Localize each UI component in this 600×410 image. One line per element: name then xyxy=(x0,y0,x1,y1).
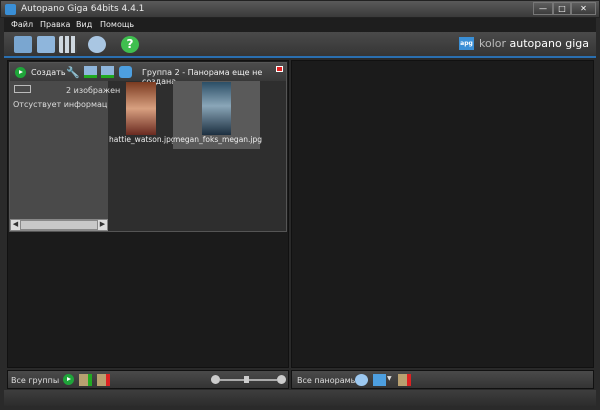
all-panoramas-label: Все панорамы xyxy=(297,376,357,385)
minimize-button[interactable]: — xyxy=(533,2,553,15)
close-button[interactable]: ✕ xyxy=(571,2,596,15)
zoom-slider-handle[interactable] xyxy=(244,376,249,383)
image-thumb[interactable]: hattie_watson.jpg xyxy=(109,81,176,149)
help-icon[interactable]: ? xyxy=(121,36,139,53)
scroll-right-arrow[interactable]: ▶ xyxy=(98,220,107,230)
status-bar xyxy=(4,390,596,406)
maximize-button[interactable]: □ xyxy=(553,2,571,15)
scroll-thumb[interactable] xyxy=(21,221,97,229)
title-bar: Autopano Giga 64bits 4.4.1 — □ ✕ xyxy=(0,0,600,18)
detect-icon[interactable] xyxy=(59,36,77,53)
group-header: Создать 🔧 Группа 2 - Панорама еще не соз… xyxy=(10,63,286,86)
menu-bar: Файл Правка Вид Помощь xyxy=(4,18,596,32)
menu-help[interactable]: Помощь xyxy=(100,20,134,29)
logo: kolor autopano giga xyxy=(479,37,589,50)
image-name: hattie_watson.jpg xyxy=(109,135,176,144)
create-button[interactable]: Создать xyxy=(31,68,66,77)
import-images-icon[interactable] xyxy=(37,36,55,53)
scroll-left-arrow[interactable]: ◀ xyxy=(11,220,20,230)
zoom-in-icon[interactable] xyxy=(277,375,286,384)
menu-edit[interactable]: Правка xyxy=(40,20,70,29)
puzzle-icon[interactable] xyxy=(119,66,132,78)
add-image-icon[interactable] xyxy=(101,66,114,78)
play-icon[interactable] xyxy=(63,374,74,385)
group-info: 2 изображен Отсуствует информация EX xyxy=(10,81,120,219)
groups-bottom-bar: Все группы xyxy=(7,370,289,389)
all-groups-label: Все группы xyxy=(11,376,60,385)
grid-icon xyxy=(14,85,31,93)
logo-product: autopano giga xyxy=(509,37,589,50)
zoom-out-icon[interactable] xyxy=(211,375,220,384)
menu-file[interactable]: Файл xyxy=(11,20,33,29)
logo-badge: apg xyxy=(459,37,474,50)
settings-gear-icon[interactable] xyxy=(355,374,368,386)
image-thumb-selected[interactable]: megan_foks_megan.jpg xyxy=(173,81,263,149)
group-panel: Создать 🔧 Группа 2 - Панорама еще не соз… xyxy=(9,62,287,232)
open-folder-icon[interactable] xyxy=(14,36,32,53)
add-group-icon[interactable] xyxy=(79,374,92,386)
dropdown-arrow-icon[interactable]: ▼ xyxy=(387,375,392,382)
render-icon[interactable] xyxy=(373,374,386,386)
logo-brand: kolor xyxy=(479,37,507,50)
horizontal-scrollbar[interactable]: ◀ ▶ xyxy=(10,219,108,231)
image-name: megan_foks_megan.jpg xyxy=(173,135,263,144)
window-title: Autopano Giga 64bits 4.4.1 xyxy=(21,4,145,14)
exif-info: Отсуствует информация EX xyxy=(13,100,108,109)
settings-gear-icon[interactable] xyxy=(88,36,106,53)
edit-image-icon[interactable] xyxy=(84,66,97,78)
close-group-icon[interactable] xyxy=(276,66,283,72)
menu-view[interactable]: Вид xyxy=(76,20,92,29)
delete-group-icon[interactable] xyxy=(97,374,110,386)
panoramas-pane xyxy=(291,60,594,368)
panoramas-bottom-bar: Все панорамы ▼ xyxy=(291,370,594,389)
wrench-icon[interactable]: 🔧 xyxy=(66,66,80,79)
thumbnail xyxy=(126,82,156,135)
delete-panorama-icon[interactable] xyxy=(398,374,411,386)
play-icon[interactable] xyxy=(15,67,26,78)
app-icon xyxy=(5,4,16,15)
thumbnail xyxy=(202,82,231,135)
